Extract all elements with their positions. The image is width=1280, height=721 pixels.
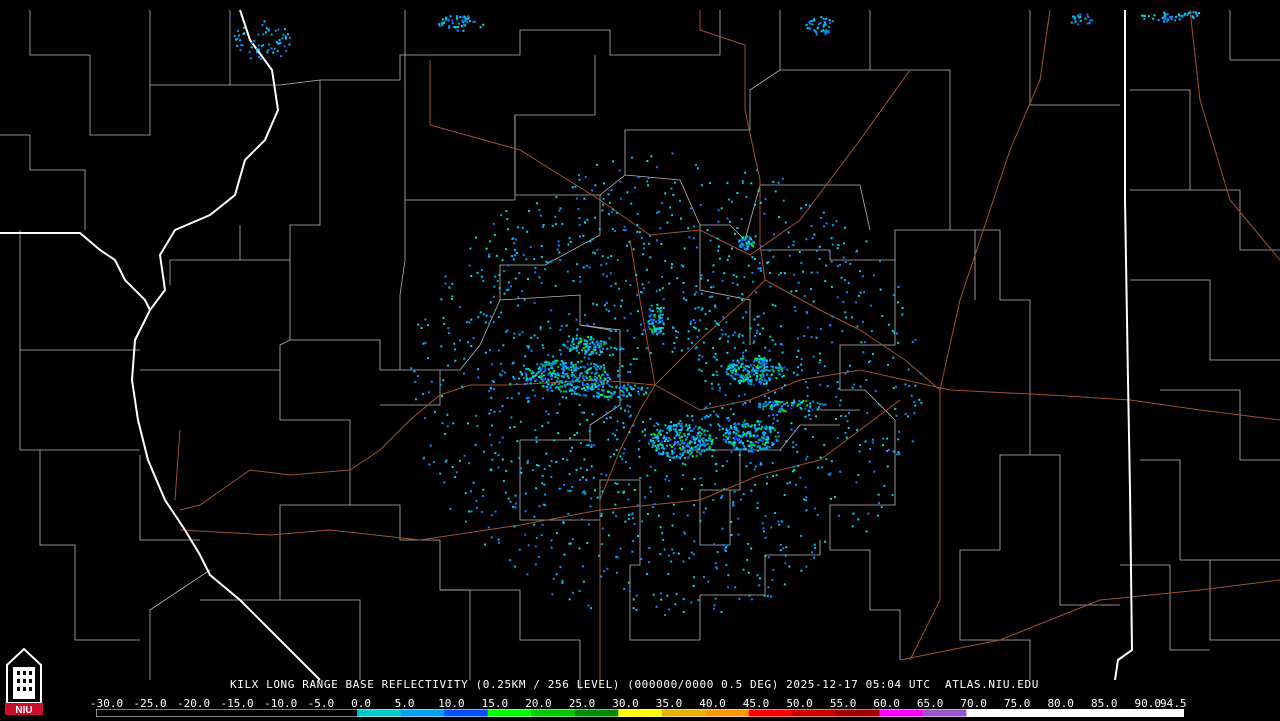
legend-color-swatch xyxy=(661,709,706,717)
legend-color-swatch xyxy=(139,709,184,717)
legend-color-swatch xyxy=(357,709,402,717)
legend-color-swatch xyxy=(1009,709,1054,717)
legend-color-swatch xyxy=(835,709,880,717)
legend-color-swatch xyxy=(96,709,141,717)
niu-logo: NIU xyxy=(3,645,45,717)
legend-color-swatch xyxy=(444,709,489,717)
legend-color-swatch xyxy=(270,709,315,717)
legend-color-swatch xyxy=(966,709,1011,717)
legend-color-swatch xyxy=(487,709,532,717)
legend-color-swatch xyxy=(183,709,228,717)
legend-color-swatch xyxy=(1096,709,1141,717)
legend-color-swatch xyxy=(705,709,750,717)
legend-color-swatch xyxy=(879,709,924,717)
legend-labels: -30.0 -25.0 -20.0 -15.0 -10.0 -5.0 0.0 5.0 10.0 1… xyxy=(90,697,1194,710)
legend-color-swatch xyxy=(313,709,358,717)
legend-color-swatch xyxy=(618,709,663,717)
legend-color-swatch xyxy=(574,709,619,717)
niu-tower-logo: NIU xyxy=(5,647,43,716)
legend-color-swatch xyxy=(922,709,967,717)
legend-colorbar xyxy=(96,709,1184,717)
legend-color-swatch xyxy=(792,709,837,717)
legend-color-swatch xyxy=(1053,709,1098,717)
legend-color-swatch xyxy=(400,709,445,717)
legend-color-swatch xyxy=(1140,709,1184,717)
radar-map xyxy=(0,0,1280,720)
legend-color-swatch xyxy=(226,709,271,717)
legend-color-swatch xyxy=(531,709,576,717)
niu-logo-text: NIU xyxy=(15,705,32,716)
product-caption: KILX LONG RANGE BASE REFLECTIVITY (0.25K… xyxy=(230,678,1039,691)
legend-color-swatch xyxy=(748,709,793,717)
